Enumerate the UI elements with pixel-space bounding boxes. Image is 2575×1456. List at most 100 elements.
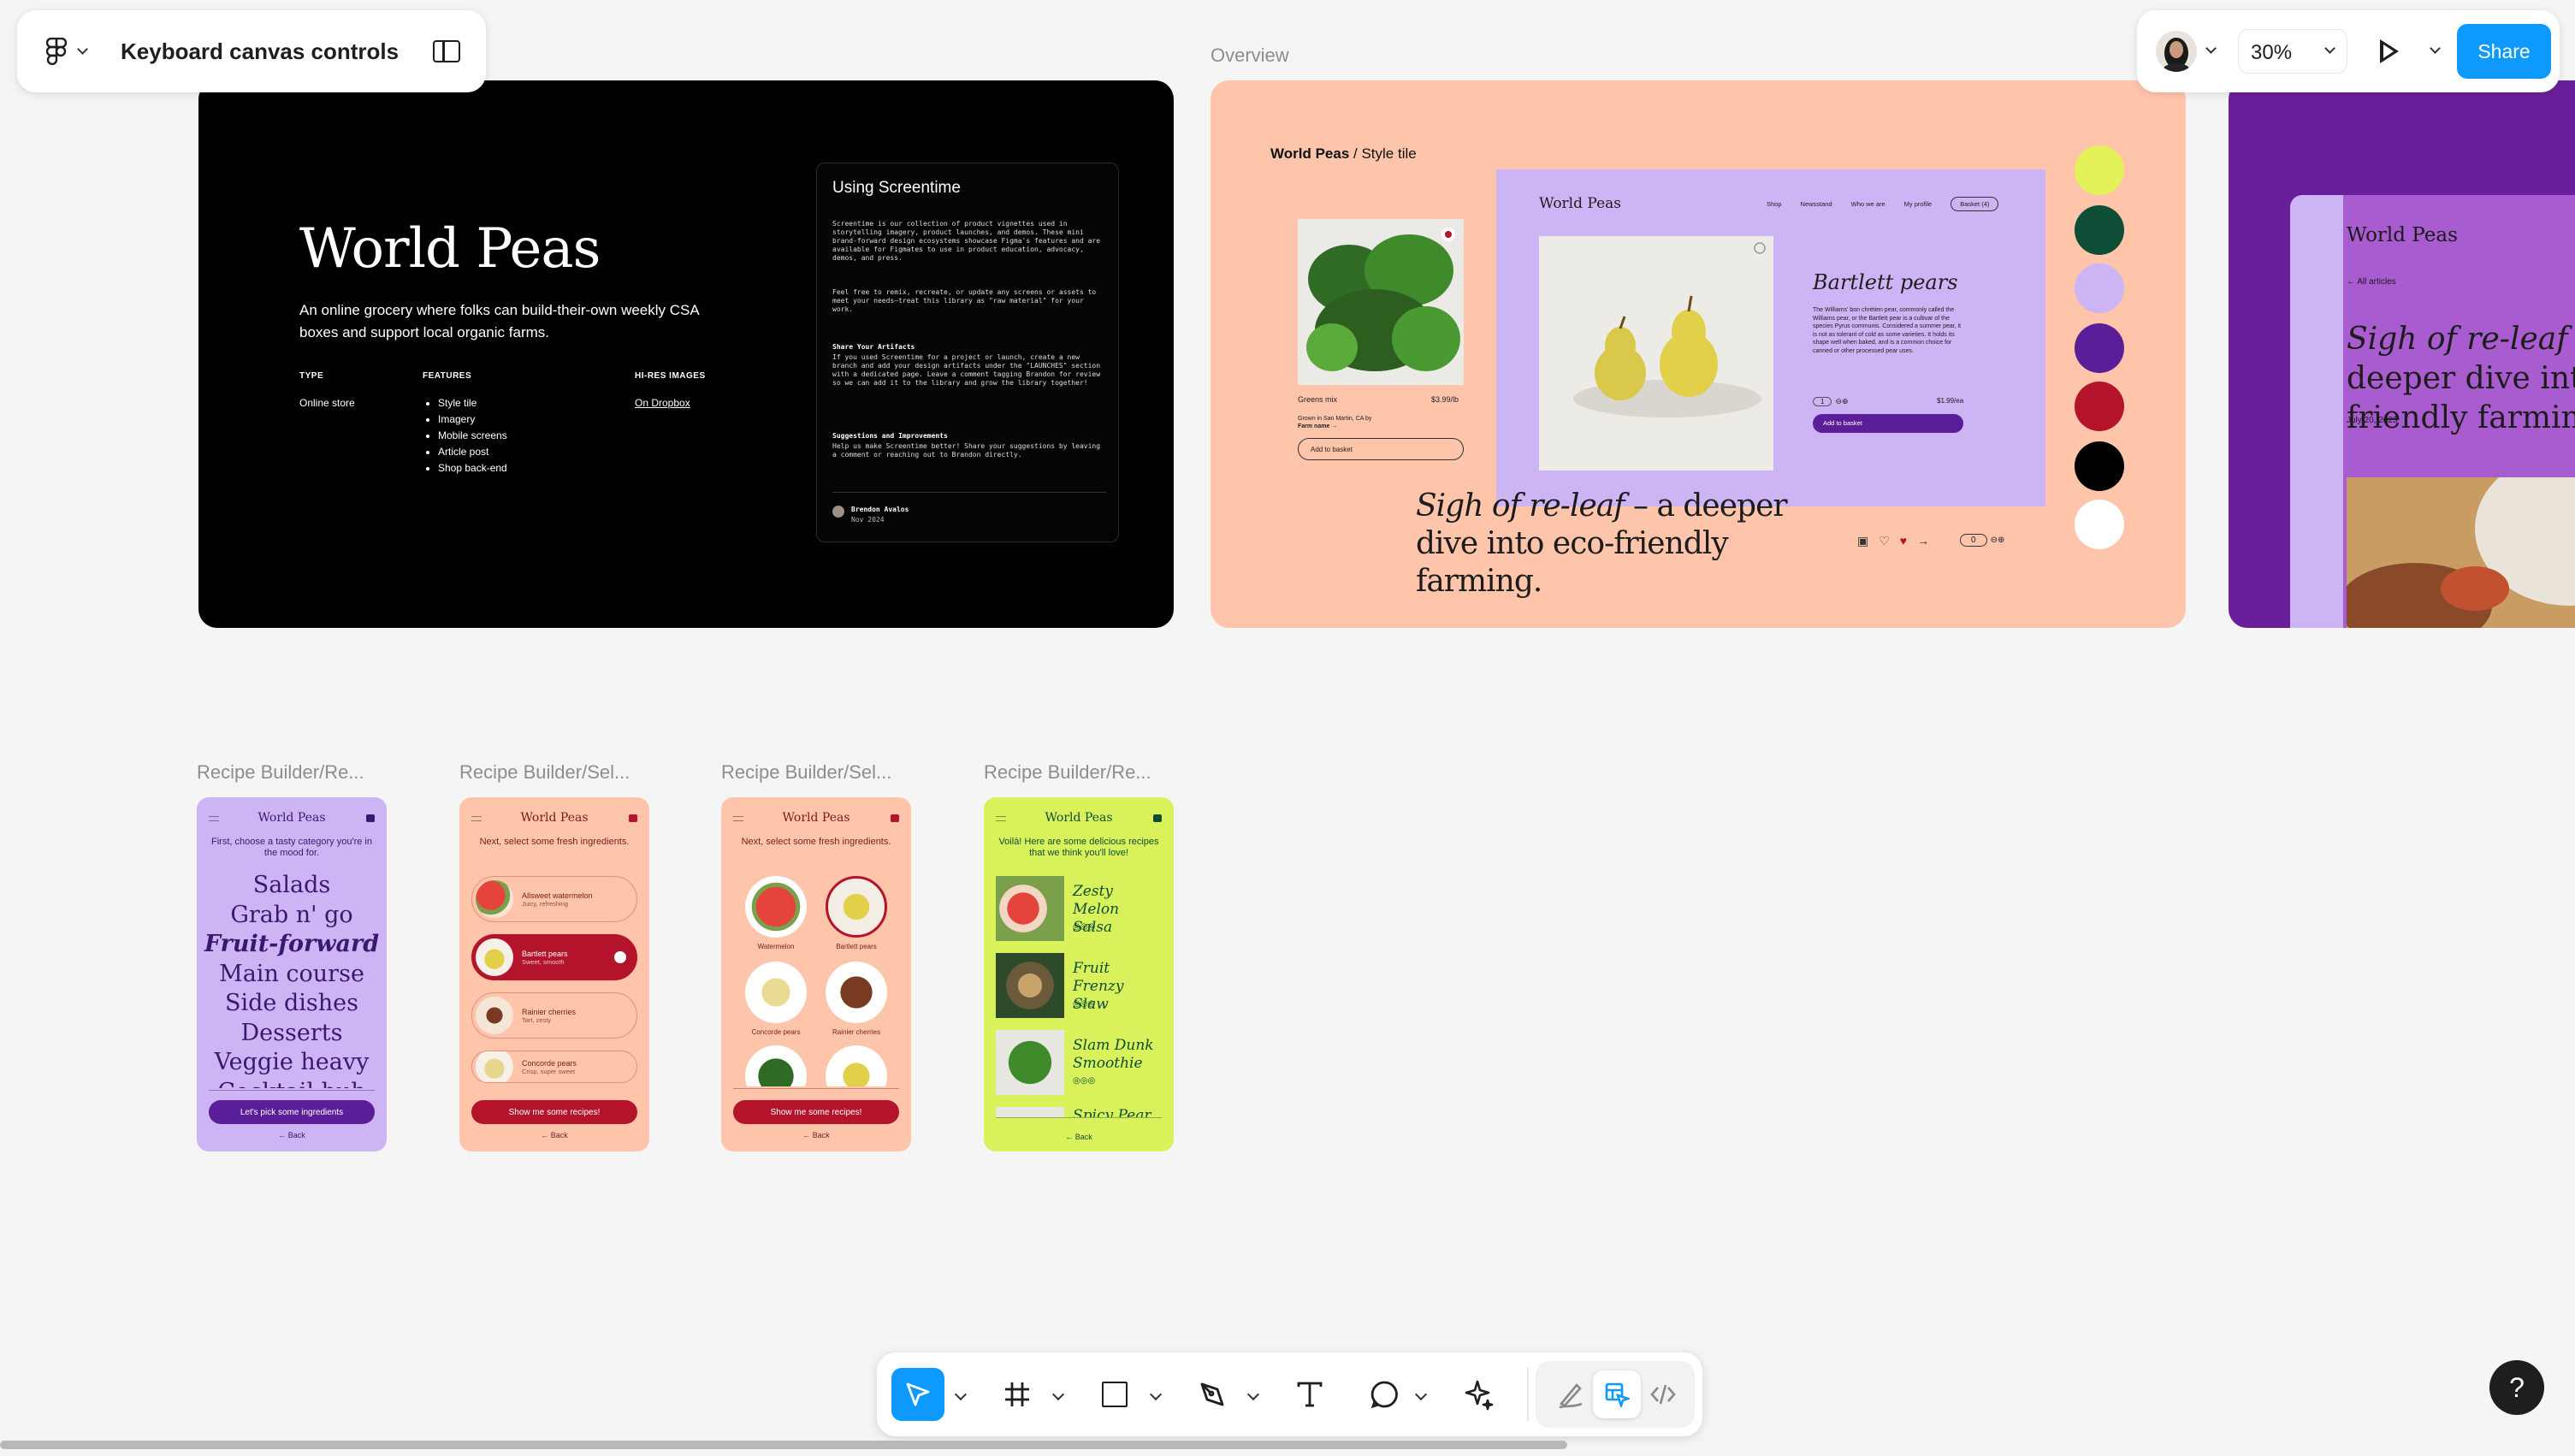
back-link[interactable]: ← Back [459, 1131, 649, 1139]
help-button[interactable]: ? [2489, 1360, 2544, 1415]
nav-who[interactable]: Who we are [1851, 200, 1885, 208]
file-name[interactable]: Keyboard canvas controls [121, 38, 399, 65]
frame-label-recipe-4[interactable]: Recipe Builder/Re... [984, 761, 1151, 784]
recipe-card[interactable]: Fruit Frenzy Slaw ◎◎◎ [996, 953, 1167, 1021]
heart-filled-icon[interactable]: ♥ [1900, 534, 1907, 548]
dropbox-link[interactable]: On Dropbox [635, 397, 690, 409]
top-right-controls: 30% Share [2137, 10, 2560, 92]
frame-label-recipe-2[interactable]: Recipe Builder/Sel... [459, 761, 630, 784]
back-link[interactable]: ← Back [984, 1133, 1174, 1141]
pear-add-button[interactable]: Add to basket [1813, 414, 1963, 433]
recipe-phone-select-grid[interactable]: World Peas Next, select some fresh ingre… [721, 797, 911, 1151]
back-link[interactable]: ← Back [721, 1131, 911, 1139]
color-swatch [2075, 500, 2124, 549]
main-menu-chevron-icon[interactable] [77, 43, 88, 55]
article-frame[interactable]: World Peas ← All articles Sigh of re-lea… [2229, 80, 2575, 628]
heart-outline-icon[interactable]: ♡ [1879, 534, 1890, 548]
all-articles-link[interactable]: ← All articles [2347, 277, 2396, 287]
comment-tool[interactable] [1359, 1368, 1412, 1421]
draw-mode-toggle[interactable] [1547, 1370, 1595, 1418]
add-to-basket-button[interactable]: Add to basket [1298, 438, 1464, 460]
ingredient-tile[interactable]: Rainier cherries [824, 962, 889, 1039]
category-item[interactable]: Main course [197, 960, 387, 990]
nav-basket[interactable]: Basket (4) [1950, 197, 1999, 211]
figma-logo-icon[interactable] [45, 37, 68, 66]
ingredient-option-selected[interactable]: Bartlett pears Sweet, smooth [471, 934, 637, 980]
recipe-phone-results[interactable]: World Peas Voilà! Here are some deliciou… [984, 797, 1174, 1151]
basket-icon[interactable] [629, 814, 637, 822]
category-item[interactable]: Desserts [197, 1019, 387, 1049]
pear-qty-stepper[interactable]: 1 ⊖⊕ [1813, 397, 1849, 406]
pear-description: The Williams' bon chrétien pear, commonl… [1813, 307, 1962, 354]
category-item-selected[interactable]: Fruit-forward [197, 930, 387, 960]
nav-shop[interactable]: Shop [1767, 200, 1782, 208]
farm-link[interactable]: Farm name → [1298, 423, 1337, 429]
stepper-sample[interactable]: 0 ⊖⊕ [1960, 534, 2004, 547]
comment-tool-chevron-icon[interactable] [1414, 1388, 1428, 1401]
user-avatar[interactable] [2156, 31, 2197, 72]
category-list: Salads Grab n' go Fruit-forward Main cou… [197, 871, 387, 1088]
category-item[interactable]: Veggie heavy [197, 1048, 387, 1078]
nav-profile[interactable]: My profile [1904, 200, 1933, 208]
basket-icon[interactable] [1153, 814, 1162, 822]
pen-tool[interactable] [1186, 1368, 1239, 1421]
avatar-menu-chevron-icon[interactable] [2205, 43, 2217, 54]
help-question-icon: ? [2509, 1371, 2525, 1403]
back-link[interactable]: ← Back [197, 1131, 387, 1139]
category-item[interactable]: Side dishes [197, 989, 387, 1019]
sidebar-toggle-icon[interactable] [433, 40, 460, 62]
category-item[interactable]: Salads [197, 871, 387, 901]
present-menu-chevron-icon[interactable] [2430, 43, 2441, 54]
design-canvas[interactable]: World Peas An online grocery where folks… [0, 0, 2575, 1456]
move-cursor-icon [906, 1382, 930, 1406]
arrow-right-icon[interactable]: → [1917, 534, 1929, 548]
show-recipes-button[interactable]: Show me some recipes! [471, 1100, 637, 1124]
design-mode-toggle[interactable] [1593, 1370, 1641, 1418]
cover-frame[interactable]: World Peas An online grocery where folks… [198, 80, 1174, 628]
recipe-image [996, 953, 1064, 1018]
ingredient-tile[interactable]: Watermelon [743, 876, 808, 953]
pick-ingredients-button[interactable]: Let's pick some ingredients [209, 1100, 375, 1124]
pen-tool-chevron-icon[interactable] [1246, 1388, 1260, 1401]
recipe-card[interactable]: Slam Dunk Smoothie ◎◎◎ [996, 1030, 1167, 1098]
card-para: If you used Screentime for a project or … [832, 353, 1101, 387]
recipe-image [996, 876, 1064, 941]
zoom-chevron-icon [2324, 43, 2335, 54]
shape-tool-chevron-icon[interactable] [1149, 1388, 1163, 1401]
diet-icons: ◎◎◎ [1073, 1076, 1096, 1086]
frame-label-overview[interactable]: Overview [1211, 44, 1289, 67]
ingredient-tile-selected[interactable]: Bartlett pears [824, 876, 889, 953]
calendar-icon[interactable]: ▣ [1857, 534, 1868, 548]
move-tool-chevron-icon[interactable] [954, 1388, 968, 1401]
shape-tool[interactable] [1088, 1368, 1141, 1421]
recipe-card[interactable]: Zesty Melon Salsa ◎◎◎ [996, 876, 1167, 944]
basket-icon[interactable] [891, 814, 899, 822]
feature-item: Imagery [438, 411, 507, 428]
category-item[interactable]: Grab n' go [197, 901, 387, 931]
ingredient-option[interactable]: Concorde pears Crisp, super sweet [471, 1051, 637, 1083]
horizontal-scrollbar[interactable] [0, 1441, 1567, 1449]
style-tile-frame[interactable]: World Peas / Style tile Greens mix $3.99… [1211, 80, 2186, 628]
zoom-control[interactable]: 30% [2238, 29, 2347, 74]
share-button[interactable]: Share [2457, 24, 2551, 79]
frame-label-recipe-1[interactable]: Recipe Builder/Re... [197, 761, 364, 784]
dev-mode-toggle[interactable] [1639, 1370, 1687, 1418]
frame-label-recipe-3[interactable]: Recipe Builder/Sel... [721, 761, 891, 784]
ingredient-option[interactable]: Rainier cherries Tart, zesty [471, 992, 637, 1039]
text-tool[interactable] [1283, 1368, 1336, 1421]
frame-tool-chevron-icon[interactable] [1051, 1388, 1065, 1401]
nav-newsstand[interactable]: Newsstand [1801, 200, 1832, 208]
recipe-phone-category[interactable]: World Peas First, choose a tasty categor… [197, 797, 387, 1151]
ai-tool[interactable] [1451, 1368, 1504, 1421]
color-swatch [2075, 145, 2124, 195]
frame-tool[interactable] [991, 1368, 1044, 1421]
pear-image [1539, 236, 1773, 471]
basket-icon[interactable] [366, 814, 375, 822]
ingredient-option[interactable]: Allsweet watermelon Juicy, refreshing [471, 876, 637, 922]
recipe-phone-select-list[interactable]: World Peas Next, select some fresh ingre… [459, 797, 649, 1151]
category-item[interactable]: Cocktail hub [197, 1078, 387, 1088]
recipe-card[interactable]: Spicy Pear [996, 1107, 1167, 1117]
move-tool[interactable] [891, 1368, 944, 1421]
show-recipes-button[interactable]: Show me some recipes! [733, 1100, 899, 1124]
ingredient-tile[interactable]: Concorde pears [743, 962, 808, 1039]
